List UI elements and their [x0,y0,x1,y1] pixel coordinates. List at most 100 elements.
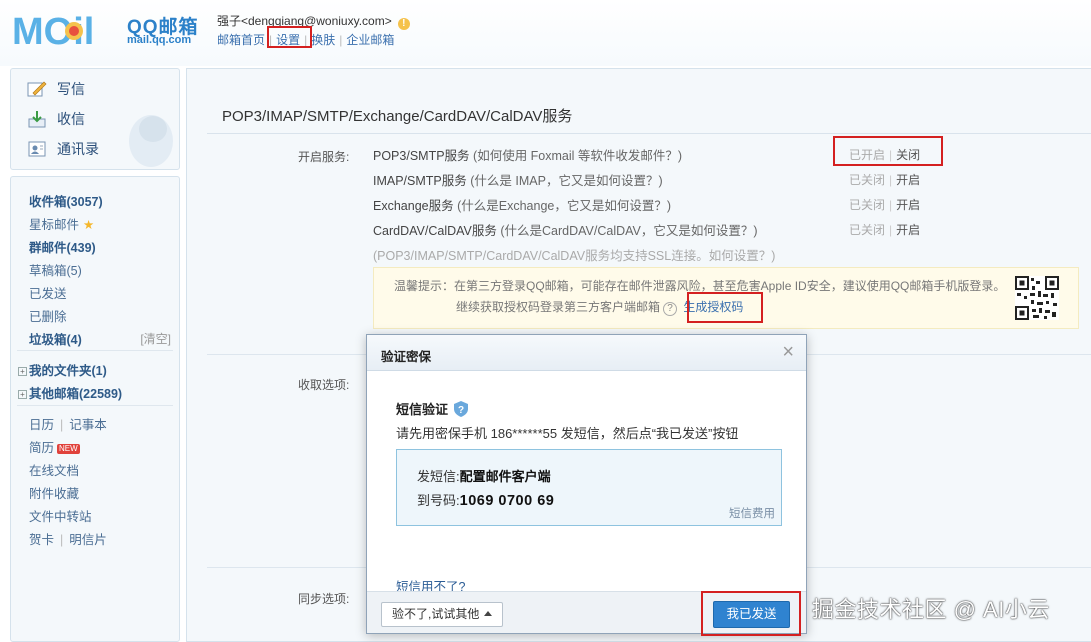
status-text: 已关闭 [849,173,886,187]
service-name: CardDAV/CalDAV服务 [373,224,497,238]
folder-spam[interactable]: 垃圾箱(4) [29,329,82,348]
folder-sent[interactable]: 已发送 [29,283,67,302]
section-title: POP3/IMAP/SMTP/Exchange/CardDAV/CalDAV服务 [222,108,573,125]
pop3-status-highlight-box [833,136,943,166]
sms-content-row: 发短信:配置邮件客户端 [417,466,551,485]
postcard-link[interactable]: 明信片 [69,533,107,547]
qr-code-icon [1015,276,1059,320]
service-exchange-status: 已关闭 | 开启 [849,198,921,212]
send-label: 发短信: [417,469,460,484]
divider [17,405,173,406]
nav-skin[interactable]: 换肤 [311,33,335,47]
compose-label: 写信 [57,81,85,97]
try-other-method-button[interactable]: 验不了,试试其他 [381,602,504,627]
inbox-download-icon [28,111,46,128]
qq-mail-logo[interactable]: MOil QQ邮箱 mail.qq.com [12,10,202,50]
warning-icon[interactable]: ! [397,18,410,30]
service-name: IMAP/SMTP服务 [373,174,467,188]
compose-icon [27,81,47,97]
verify-dialog: 验证密保 × 短信验证? 请先用密保手机 186******55 发短信，然后点… [366,334,807,634]
folder-inbox[interactable]: 收件箱(3057) [29,191,103,210]
brand-url: mail.qq.com [127,34,192,46]
contacts-label: 通讯录 [57,141,99,157]
clear-spam-link[interactable]: [清空] [140,330,171,347]
calendar-link[interactable]: 日历 [29,418,54,432]
service-help-link[interactable]: (什么是CardDAV/CalDAV，它又是如何设置？) [500,224,757,238]
attachments-link[interactable]: 附件收藏 [29,483,79,502]
status-text: 已关闭 [849,223,886,237]
receive-label: 收信 [57,111,85,127]
settings-highlight-box [267,26,312,48]
sms-fee-link[interactable]: 短信费用 [729,505,775,521]
caret-up-icon [484,611,493,616]
service-imap: IMAP/SMTP服务 (什么是 IMAP，它又是如何设置？) [373,170,663,189]
folder-group[interactable]: 群邮件(439) [29,237,96,256]
star-icon: ★ [83,218,95,232]
tip-line-2-text: 继续获取授权码登录第三方客户端邮箱 [456,300,661,314]
help-icon[interactable]: ? [663,302,678,316]
service-pop3: POP3/SMTP服务 (如何使用 Foxmail 等软件收发邮件？) [373,145,682,164]
svg-text:?: ? [458,405,464,416]
sms-number-row: 到号码:1069 0700 69 [417,490,554,509]
contacts-icon [28,141,46,157]
other-mailboxes-label: 其他邮箱(22589) [29,387,123,401]
service-name: POP3/SMTP服务 [373,149,470,163]
expand-icon[interactable]: + [18,367,27,376]
status-text: 已关闭 [849,198,886,212]
contacts-button[interactable]: 通讯录 [27,137,99,161]
confirm-highlight-box [701,591,801,636]
my-folders[interactable]: + 我的文件夹(1) [18,360,107,379]
sms-info-box: 发短信:配置邮件客户端 到号码:1069 0700 69 短信费用 [396,449,782,526]
compose-button[interactable]: 写信 [27,77,85,101]
dialog-title: 验证密保 [381,350,432,364]
top-header: MOil QQ邮箱 mail.qq.com 强子<dengqiang@woniu… [0,0,1091,66]
service-exchange: Exchange服务 (什么是Exchange，它又是如何设置？) [373,195,671,214]
nav-enterprise-mail[interactable]: 企业邮箱 [346,33,394,47]
service-imap-status: 已关闭 | 开启 [849,173,921,187]
new-badge: NEW [57,444,80,454]
enable-imap-button[interactable]: 开启 [896,173,920,187]
resume-label: 简历 [29,441,55,455]
watermark: 掘金技术社区 @ AI小云 [812,597,1050,622]
receive-button[interactable]: 收信 [27,107,85,131]
close-icon[interactable]: × [782,341,794,363]
service-carddav: CardDAV/CalDAV服务 (什么是CardDAV/CalDAV，它又是如… [373,220,758,239]
dialog-header: 验证密保 × [367,335,806,371]
service-carddav-status: 已关闭 | 开启 [849,223,921,237]
try-other-label: 验不了,试试其他 [392,607,480,621]
online-docs-link[interactable]: 在线文档 [29,460,79,479]
penguin-mascot-icon [129,115,173,167]
to-label: 到号码: [417,493,460,508]
my-folders-label: 我的文件夹(1) [29,364,107,378]
folder-starred[interactable]: 星标邮件 ★ [29,214,94,233]
dialog-instruction: 请先用密保手机 186******55 发短信，然后点“我已发送”按钮 [396,426,739,441]
enable-carddav-button[interactable]: 开启 [896,223,920,237]
dialog-subtitle: 短信验证? [396,399,469,418]
folder-drafts[interactable]: 草稿箱(5) [29,260,82,279]
folder-deleted[interactable]: 已删除 [29,306,67,325]
other-mailboxes[interactable]: + 其他邮箱(22589) [18,383,122,402]
file-transfer-link[interactable]: 文件中转站 [29,506,92,525]
auth-code-highlight-box [687,292,763,323]
resume-link[interactable]: 简历 NEW [29,437,80,456]
enable-service-label: 开启服务: [298,150,350,164]
service-name: Exchange服务 [373,199,454,213]
sms-content: 配置邮件客户端 [459,469,551,484]
service-help-link[interactable]: (如何使用 Foxmail 等软件收发邮件？) [473,149,682,163]
sms-number: 1069 0700 69 [459,493,555,509]
folder-list: 收件箱(3057) 星标邮件 ★ 群邮件(439) 草稿箱(5) 已发送 已删除 … [10,176,180,642]
sms-verify-title: 短信验证 [396,402,449,417]
greeting-card-link[interactable]: 贺卡 [29,533,54,547]
divider [207,133,1091,134]
expand-icon[interactable]: + [18,390,27,399]
service-help-link[interactable]: (什么是Exchange，它又是如何设置？) [457,199,671,213]
service-help-link[interactable]: (什么是 IMAP，它又是如何设置？) [470,174,662,188]
notes-link[interactable]: 记事本 [69,418,107,432]
ssl-note[interactable]: (POP3/IMAP/SMTP/CardDAV/CalDAV服务均支持SSL连接… [373,245,775,264]
enable-exchange-button[interactable]: 开启 [896,198,920,212]
divider [17,350,173,351]
receive-options-label: 收取选项: [298,378,350,392]
shield-icon: ? [454,401,469,417]
folder-starred-label: 星标邮件 [29,218,80,232]
nav-mail-home[interactable]: 邮箱首页 [217,33,265,47]
